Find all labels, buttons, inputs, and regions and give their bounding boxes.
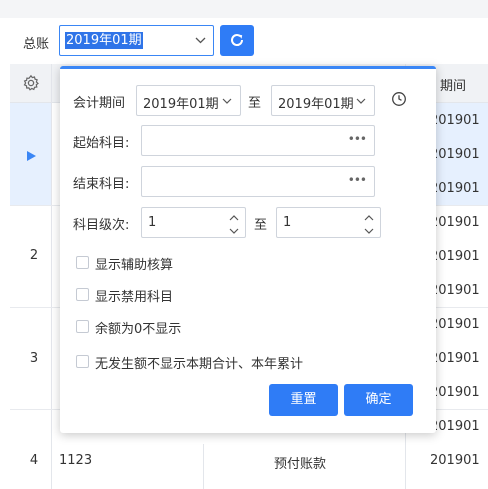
chevron-down-icon[interactable] — [228, 225, 240, 240]
level-to-separator: 至 — [254, 218, 268, 233]
hide-zero-balance-label: 余额为0不显示 — [95, 322, 182, 337]
period-select-value: 2019年01期 — [65, 32, 143, 49]
ledger-label: 总账 — [23, 37, 50, 52]
period-cell: 201901 — [430, 453, 480, 468]
filter-popup: 会计期间 2019年01期 至 2019年01期 起始科目: ••• 结束科目:… — [60, 66, 436, 433]
period-cell: 201901 — [430, 181, 480, 196]
hide-no-activity-totals-checkbox[interactable] — [76, 355, 89, 368]
period-to-separator: 至 — [248, 96, 262, 111]
period-cell: 201901 — [430, 113, 480, 128]
period-select[interactable]: 2019年01期 — [59, 25, 214, 56]
hide-no-activity-totals-label: 无发生额不显示本期合计、本年累计 — [95, 357, 304, 372]
level-to-stepper[interactable]: 1 — [276, 207, 381, 238]
level-from-value: 1 — [148, 215, 157, 230]
gear-icon[interactable] — [22, 74, 40, 96]
show-disabled-accounts-label: 显示禁用科目 — [95, 290, 174, 305]
chevron-down-icon — [221, 95, 233, 111]
start-account-input[interactable]: ••• — [141, 125, 375, 156]
refresh-icon — [231, 34, 244, 46]
account-name: 预付账款 — [274, 457, 327, 472]
period-label: 会计期间 — [73, 96, 126, 111]
start-account-label: 起始科目: — [73, 136, 130, 151]
period-from-select[interactable]: 2019年01期 — [136, 85, 241, 116]
period-to-value: 2019年01期 — [278, 97, 354, 112]
level-to-value: 1 — [283, 215, 292, 230]
period-to-select[interactable]: 2019年01期 — [271, 85, 375, 116]
top-strip — [0, 0, 488, 18]
end-account-input[interactable]: ••• — [141, 166, 375, 197]
reset-button[interactable]: 重置 — [269, 384, 338, 416]
end-account-label: 结束科目: — [73, 177, 130, 192]
row-number: 3 — [29, 351, 39, 366]
chevron-down-icon — [194, 34, 207, 51]
account-code: 1123 — [59, 453, 93, 468]
period-column-header: 期间 — [440, 79, 467, 94]
show-aux-accounting-label: 显示辅助核算 — [95, 258, 174, 273]
confirm-button[interactable]: 确定 — [344, 384, 413, 416]
period-cell: 201901 — [430, 147, 480, 162]
more-icon[interactable]: ••• — [348, 132, 367, 146]
period-cell: 201901 — [430, 249, 480, 264]
period-cell: 201901 — [430, 419, 480, 434]
column-divider — [51, 64, 52, 489]
row-number: 2 — [29, 248, 39, 263]
show-aux-accounting-checkbox[interactable] — [76, 256, 89, 269]
period-cell: 201901 — [430, 317, 480, 332]
clock-icon[interactable] — [391, 91, 407, 111]
column-divider — [203, 444, 204, 489]
show-disabled-accounts-checkbox[interactable] — [76, 288, 89, 301]
chevron-down-icon — [355, 95, 367, 111]
current-row-arrow-icon — [27, 151, 36, 161]
refresh-button[interactable] — [220, 25, 254, 56]
level-label: 科目级次: — [73, 218, 130, 233]
period-cell: 201901 — [430, 215, 480, 230]
period-cell: 201901 — [430, 351, 480, 366]
hide-zero-balance-checkbox[interactable] — [76, 320, 89, 333]
more-icon[interactable]: ••• — [348, 173, 367, 187]
level-from-stepper[interactable]: 1 — [141, 207, 246, 238]
period-cell: 201901 — [430, 283, 480, 298]
chevron-down-icon[interactable] — [363, 225, 375, 240]
row-number: 4 — [29, 453, 39, 468]
period-cell: 201901 — [430, 385, 480, 400]
toolbar: 总账 2019年01期 — [0, 0, 488, 64]
period-from-value: 2019年01期 — [143, 97, 219, 112]
